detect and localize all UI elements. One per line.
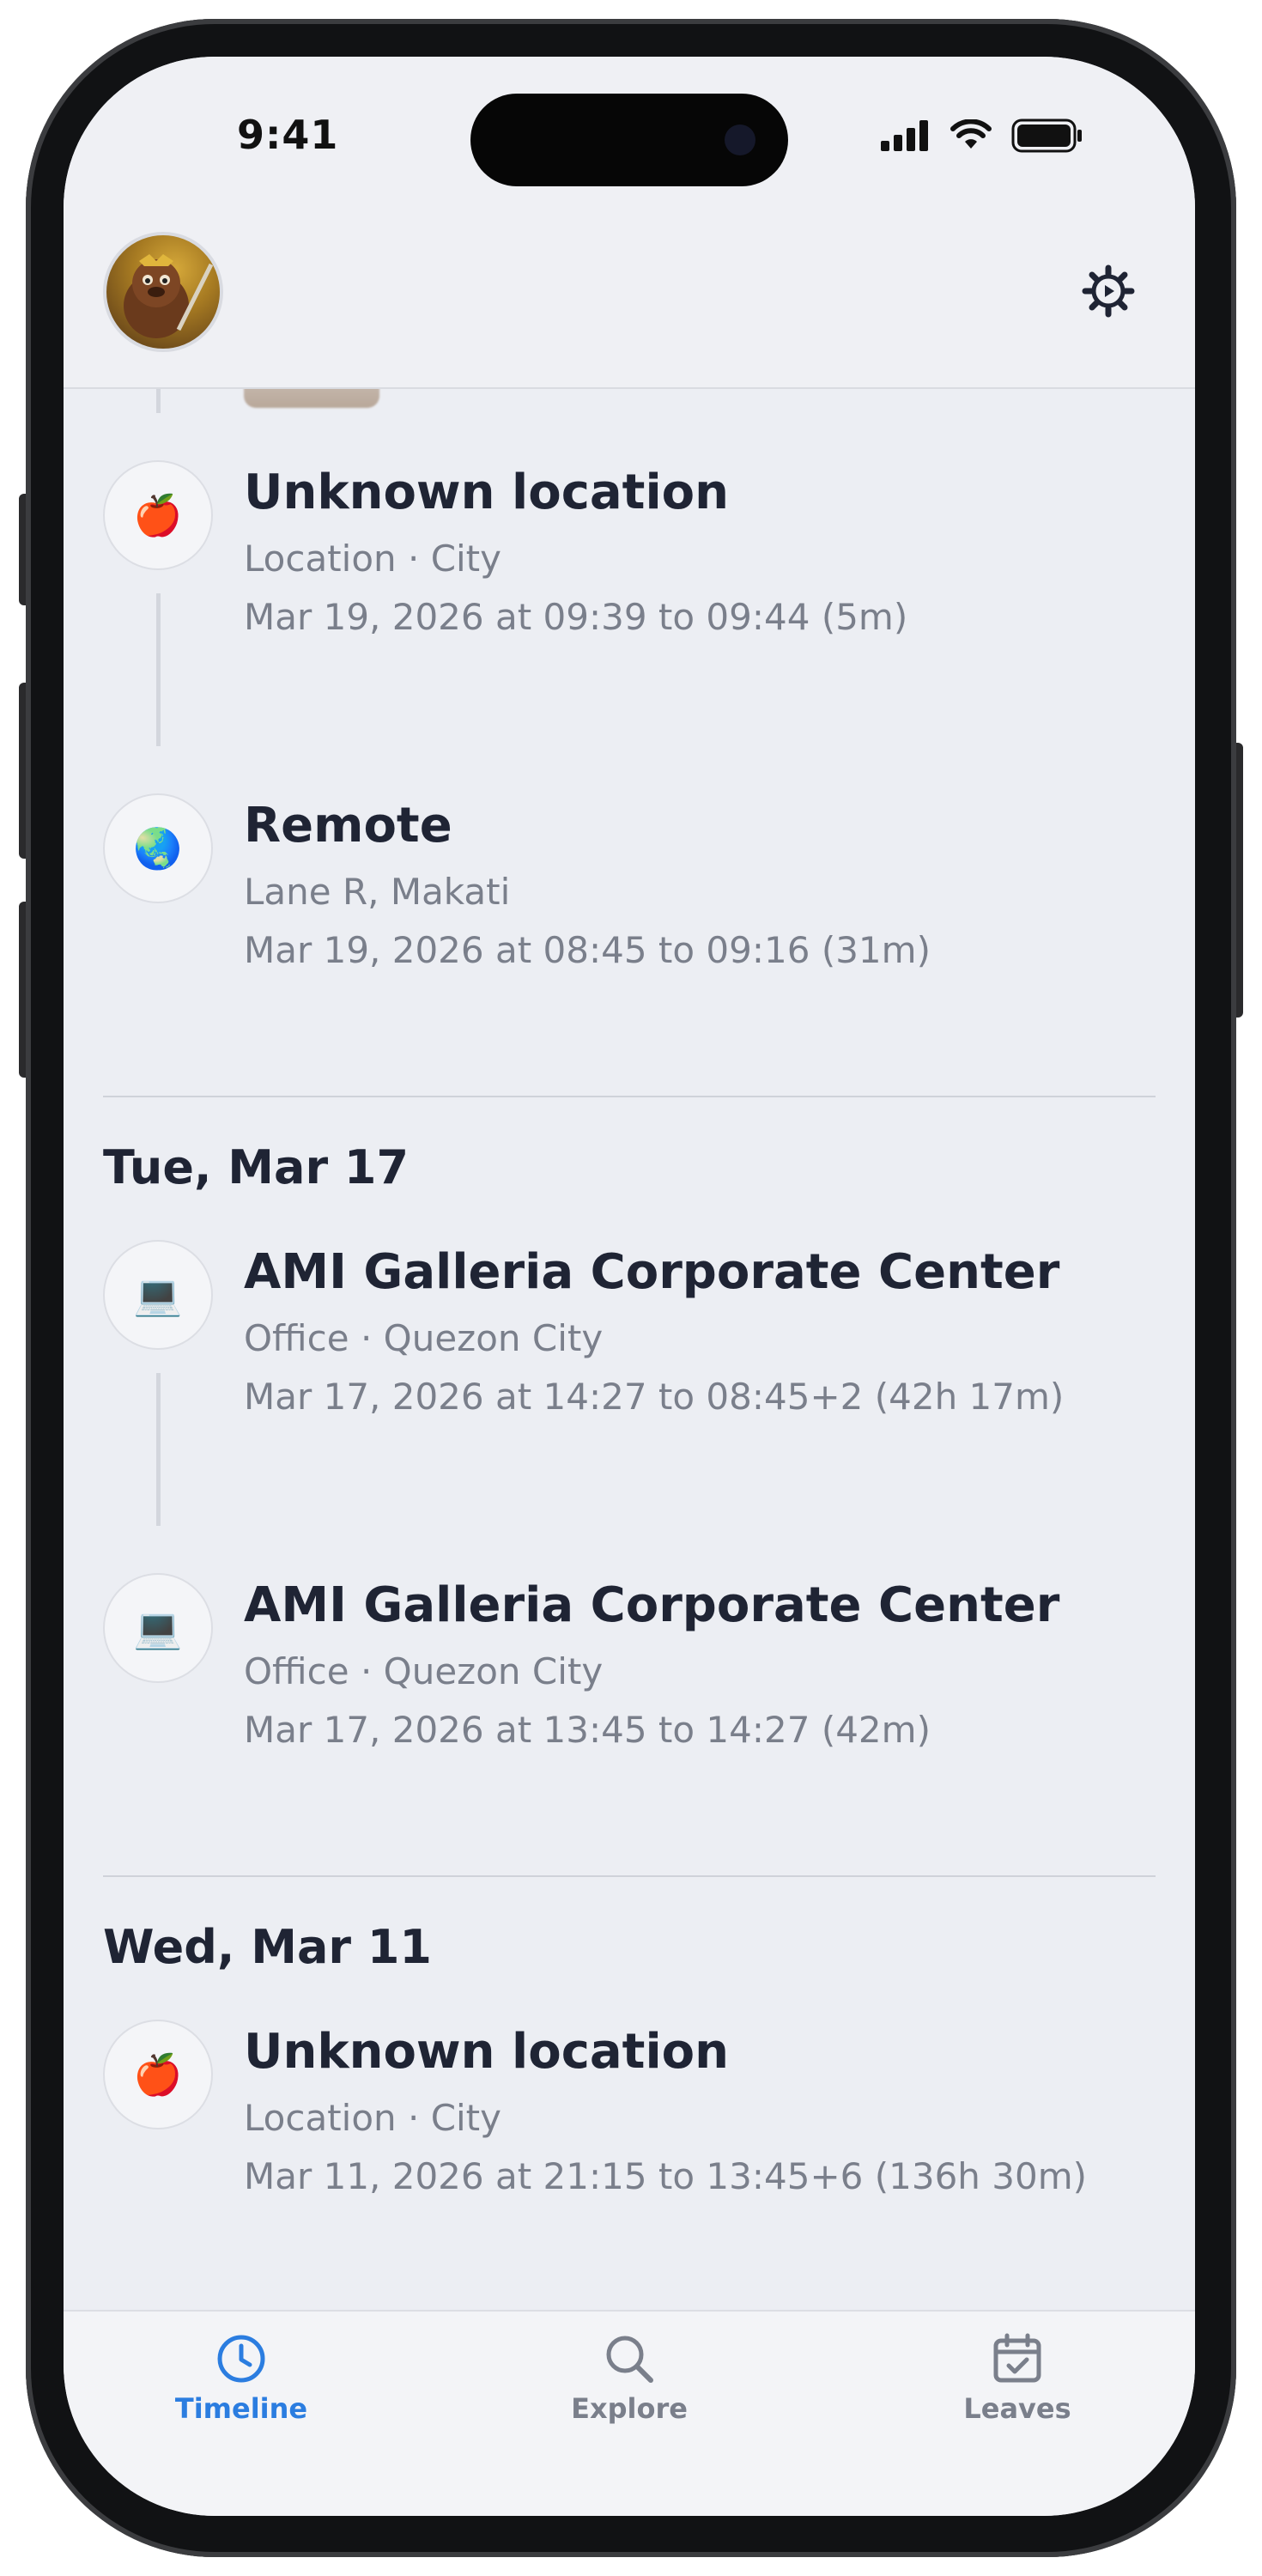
header-bar: 9:41 — [64, 57, 1195, 389]
battery-icon — [1011, 118, 1082, 153]
tab-explore[interactable]: Explore — [526, 2332, 732, 2425]
laptop-icon: 💻 — [103, 1240, 213, 1350]
tab-label: Timeline — [174, 2392, 308, 2425]
entry-time: Mar 19, 2026 at 09:39 to 09:44 (5m) — [244, 596, 908, 638]
calendar-check-icon — [993, 2333, 1041, 2383]
entry-subtitle: Office · Quezon City — [244, 1650, 604, 1692]
entry-subtitle: Office · Quezon City — [244, 1317, 604, 1359]
timeline-list[interactable]: 🍎 Unknown location Location · City Mar 1… — [64, 57, 1195, 2516]
apple-icon: 🍎 — [103, 2020, 213, 2129]
tab-label: Explore — [571, 2392, 688, 2425]
section-divider — [103, 1096, 1156, 1097]
entry-subtitle: Location · City — [244, 538, 502, 580]
laptop-icon: 💻 — [103, 1573, 213, 1683]
section-date-heading: Tue, Mar 17 — [103, 1140, 410, 1194]
entry-time: Mar 11, 2026 at 21:15 to 13:45+6 (136h 3… — [244, 2155, 1087, 2197]
avatar-image — [124, 254, 214, 338]
timeline-connector — [156, 1373, 161, 1526]
section-divider — [103, 1875, 1156, 1877]
entry-subtitle: Lane R, Makati — [244, 871, 511, 913]
wifi-icon — [950, 119, 992, 149]
avatar[interactable] — [103, 232, 223, 352]
timeline-connector — [156, 593, 161, 746]
tab-bar: Timeline Explore Leaves — [64, 2310, 1195, 2516]
tab-timeline[interactable]: Timeline — [138, 2332, 344, 2425]
entry-time: Mar 17, 2026 at 13:45 to 14:27 (42m) — [244, 1709, 931, 1751]
cellular-signal-icon — [881, 120, 928, 151]
clock-icon — [217, 2335, 265, 2383]
entry-time: Mar 19, 2026 at 08:45 to 09:16 (31m) — [244, 929, 931, 971]
timeline-connector — [156, 387, 161, 413]
tab-leaves[interactable]: Leaves — [914, 2332, 1120, 2425]
entry-title[interactable]: Unknown location — [244, 2024, 729, 2080]
camera-icon — [725, 125, 755, 155]
tab-label: Leaves — [963, 2392, 1071, 2425]
apple-icon: 🍎 — [103, 460, 213, 570]
entry-title[interactable]: AMI Galleria Corporate Center — [244, 1577, 1059, 1633]
globe-icon: 🌏 — [103, 793, 213, 903]
dynamic-island — [470, 94, 788, 186]
status-time: 9:41 — [237, 112, 339, 158]
search-icon — [606, 2336, 653, 2383]
entry-time: Mar 17, 2026 at 14:27 to 08:45+2 (42h 17… — [244, 1376, 1065, 1418]
gear-icon[interactable] — [1082, 264, 1135, 318]
section-date-heading: Wed, Mar 11 — [103, 1920, 432, 1974]
entry-subtitle: Location · City — [244, 2097, 502, 2139]
entry-title[interactable]: Unknown location — [244, 465, 729, 520]
phone-screen: 🍎 Unknown location Location · City Mar 1… — [64, 57, 1195, 2516]
entry-title[interactable]: Remote — [244, 798, 452, 854]
entry-title[interactable]: AMI Galleria Corporate Center — [244, 1244, 1059, 1300]
status-icons — [881, 118, 1083, 153]
